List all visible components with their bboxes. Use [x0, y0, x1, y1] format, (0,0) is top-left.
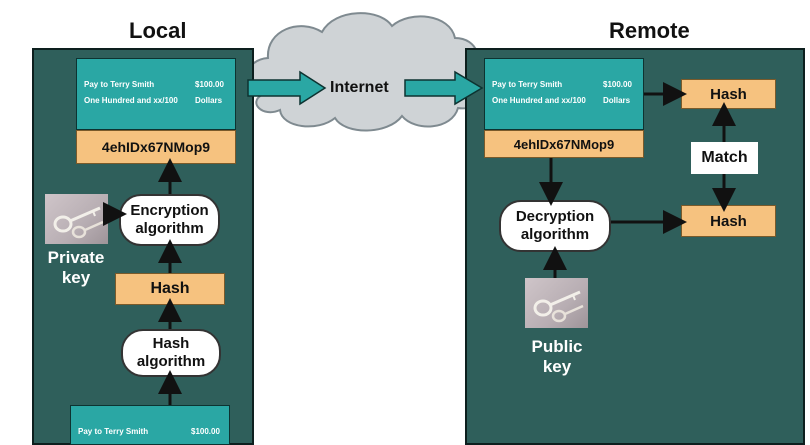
arrows-layer — [103, 70, 736, 405]
block-arrow-to-internet — [247, 70, 327, 106]
block-arrow-from-internet — [404, 70, 484, 106]
internet-label: Internet — [330, 79, 389, 96]
